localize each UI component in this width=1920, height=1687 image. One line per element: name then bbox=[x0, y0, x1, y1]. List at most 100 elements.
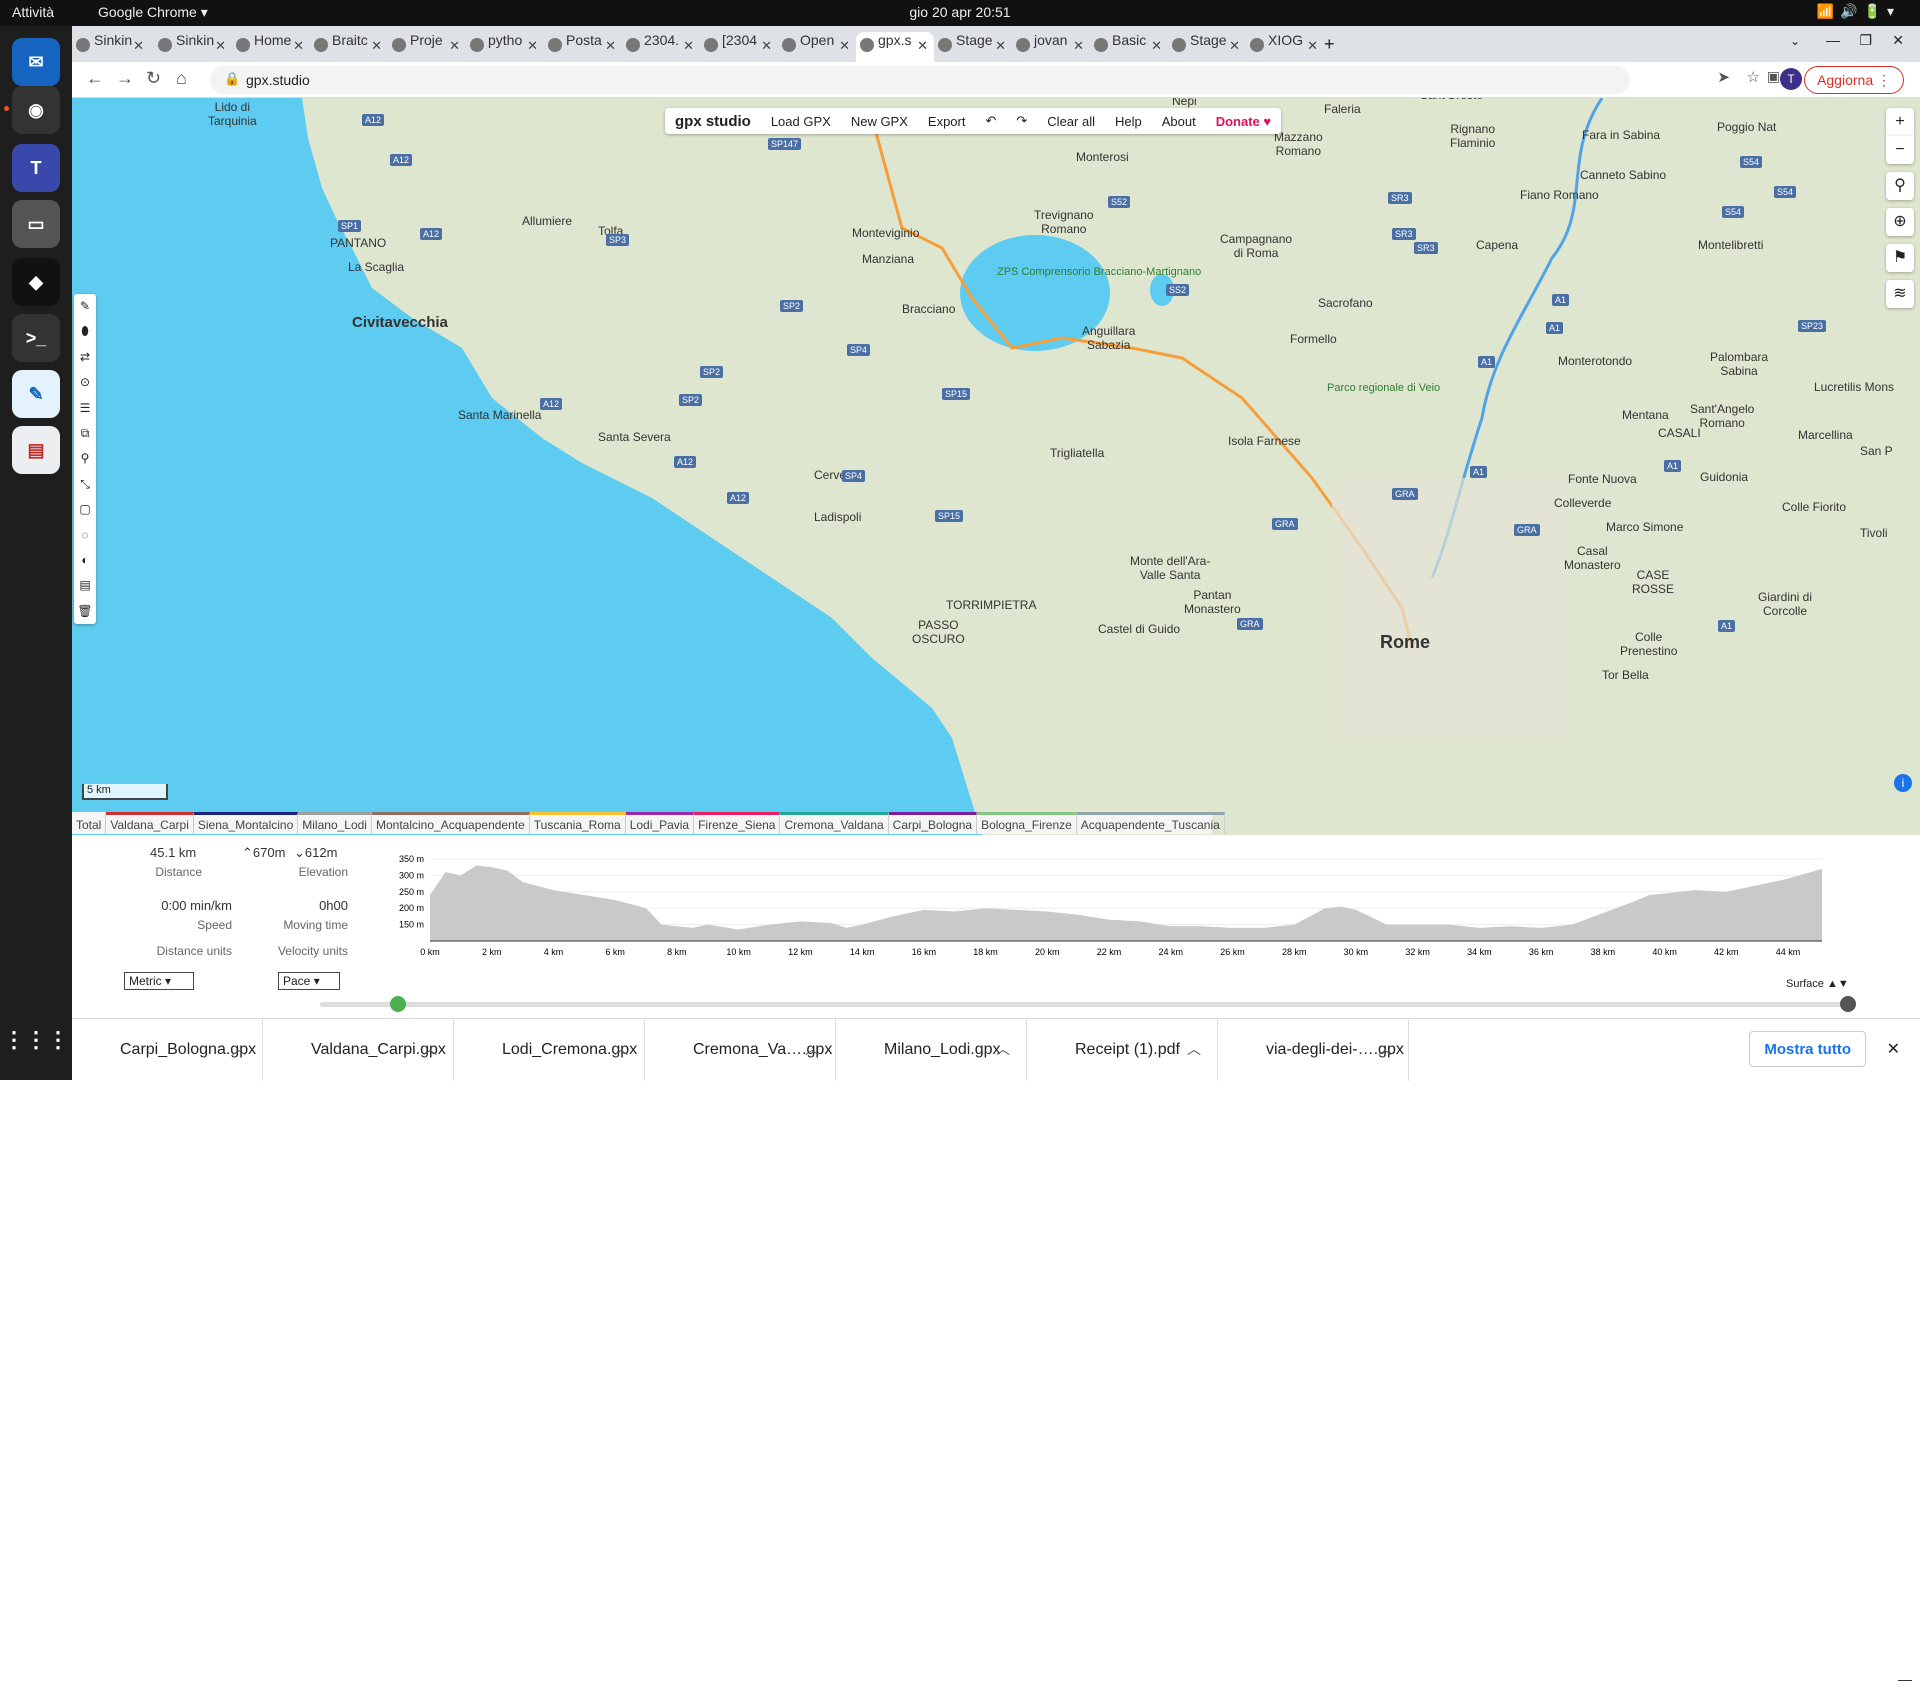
download-menu-icon[interactable]: ︿ bbox=[232, 1039, 246, 1059]
gpx-studio-logo[interactable]: gpx studio bbox=[665, 113, 761, 130]
tool-icon[interactable]: ⤡ bbox=[74, 472, 96, 497]
surface-toggle[interactable]: Surface ▲▼ bbox=[1786, 978, 1849, 990]
distance-units-select[interactable]: Metric ▾ bbox=[124, 972, 194, 990]
track-tab[interactable]: Tuscania_Roma bbox=[529, 812, 626, 834]
tab-close-icon[interactable]: ✕ bbox=[449, 38, 460, 54]
velocity-units-select[interactable]: Pace ▾ bbox=[278, 972, 340, 990]
range-slider-track[interactable] bbox=[320, 1002, 1850, 1007]
browser-tab[interactable]: Braitc ✕ bbox=[310, 32, 388, 62]
tab-close-icon[interactable]: ✕ bbox=[761, 38, 772, 54]
browser-tab[interactable]: Posta ✕ bbox=[544, 32, 622, 62]
tab-close-icon[interactable]: ✕ bbox=[1229, 38, 1240, 54]
help-button[interactable]: Help bbox=[1105, 114, 1152, 129]
elevation-chart[interactable]: 350 m 300 m 250 m 200 m 150 m 0 km 2 km 4 km 6 k… bbox=[372, 845, 1872, 975]
tab-close-icon[interactable]: ✕ bbox=[1307, 38, 1318, 54]
download-menu-icon[interactable]: ︿ bbox=[805, 1039, 819, 1059]
tool-icon[interactable]: ▤ bbox=[74, 573, 96, 598]
browser-tab[interactable]: 2304. ✕ bbox=[622, 32, 700, 62]
tab-close-icon[interactable]: ✕ bbox=[839, 38, 850, 54]
redo-icon[interactable]: ↷ bbox=[1006, 113, 1037, 129]
files-icon[interactable]: ▭ bbox=[12, 200, 60, 248]
tool-icon[interactable]: ⧉ bbox=[74, 421, 96, 446]
update-button[interactable]: Aggiorna ⋮ bbox=[1804, 66, 1904, 94]
document-viewer-icon[interactable]: ▤ bbox=[12, 426, 60, 474]
browser-tab[interactable]: Home ✕ bbox=[232, 32, 310, 62]
browser-tab[interactable]: Open ✕ bbox=[778, 32, 856, 62]
browser-tab[interactable]: pytho ✕ bbox=[466, 32, 544, 62]
close-icon[interactable]: ✕ bbox=[1887, 1039, 1900, 1059]
minimize-icon[interactable]: — bbox=[1826, 32, 1840, 48]
chrome-icon[interactable]: ◉ bbox=[12, 86, 60, 134]
zoom-in-icon[interactable]: + bbox=[1886, 108, 1914, 136]
clock[interactable]: gio 20 apr 20:51 bbox=[909, 4, 1010, 20]
about-button[interactable]: About bbox=[1152, 114, 1206, 129]
tool-icon[interactable]: ✎ bbox=[74, 294, 96, 319]
browser-tab[interactable]: gpx.s ✕ bbox=[856, 32, 934, 62]
tab-close-icon[interactable]: ✕ bbox=[293, 38, 304, 54]
tab-close-icon[interactable]: ✕ bbox=[527, 38, 538, 54]
send-icon[interactable]: ➤ bbox=[1717, 68, 1730, 86]
track-tab[interactable]: Valdana_Carpi bbox=[106, 812, 194, 834]
new-gpx-button[interactable]: New GPX bbox=[841, 114, 918, 129]
tool-icon[interactable]: ▢ bbox=[74, 497, 96, 522]
inkscape-icon[interactable]: ◆ bbox=[12, 258, 60, 306]
map-view[interactable]: Lido di TarquiniaVejanoNepiFaleriaSant'O… bbox=[72, 98, 1920, 835]
clear-all-button[interactable]: Clear all bbox=[1037, 114, 1105, 129]
download-item[interactable]: Lodi_Cremona.gpx ︿ bbox=[454, 1019, 645, 1081]
track-tab[interactable]: Total bbox=[72, 812, 107, 834]
activities-button[interactable]: Attività bbox=[12, 4, 54, 20]
lock-icon[interactable]: 🔒 bbox=[224, 71, 240, 87]
tool-icon[interactable]: ⊙ bbox=[74, 370, 96, 395]
tab-close-icon[interactable]: ✕ bbox=[1151, 38, 1162, 54]
donate-button[interactable]: Donate ♥ bbox=[1206, 114, 1281, 129]
tool-icon[interactable]: ◌ bbox=[74, 523, 96, 548]
new-tab-icon[interactable]: + bbox=[1324, 34, 1335, 55]
browser-tab[interactable]: Basic ✕ bbox=[1090, 32, 1168, 62]
reload-button[interactable]: ↻ bbox=[146, 68, 161, 89]
tab-close-icon[interactable]: ✕ bbox=[133, 38, 144, 54]
tab-close-icon[interactable]: ✕ bbox=[605, 38, 616, 54]
browser-tab[interactable]: Sinkin ✕ bbox=[72, 32, 150, 62]
tool-icon[interactable]: ◐ bbox=[74, 548, 96, 573]
window-close-icon[interactable]: ✕ bbox=[1892, 32, 1904, 49]
zoom-out-icon[interactable]: − bbox=[1886, 136, 1914, 164]
routing-icon[interactable]: ⚑ bbox=[1886, 244, 1914, 272]
track-tab[interactable]: Carpi_Bologna bbox=[888, 812, 978, 834]
browser-tab[interactable]: XIOG ✕ bbox=[1246, 32, 1324, 62]
search-icon[interactable]: ⚲ bbox=[1886, 172, 1914, 200]
download-item[interactable]: Valdana_Carpi.gpx ︿ bbox=[263, 1019, 454, 1081]
restore-icon[interactable]: ❐ bbox=[1859, 32, 1872, 49]
tool-icon[interactable]: 🗑 bbox=[74, 599, 96, 624]
info-icon[interactable]: i bbox=[1894, 774, 1912, 792]
range-end-handle[interactable] bbox=[1840, 996, 1856, 1012]
forward-button[interactable]: → bbox=[116, 68, 134, 89]
tab-close-icon[interactable]: ✕ bbox=[995, 38, 1006, 54]
load-gpx-button[interactable]: Load GPX bbox=[761, 114, 841, 129]
layers-icon[interactable]: ≋ bbox=[1886, 280, 1914, 308]
text-editor-icon[interactable]: ✎ bbox=[12, 370, 60, 418]
track-tab[interactable]: Bologna_Firenze bbox=[977, 812, 1077, 834]
download-menu-icon[interactable]: ︿ bbox=[614, 1039, 628, 1059]
home-button[interactable]: ⌂ bbox=[176, 68, 187, 89]
browser-tab[interactable]: Stage ✕ bbox=[934, 32, 1012, 62]
track-tab[interactable]: Lodi_Pavia bbox=[625, 812, 695, 834]
download-item[interactable]: Receipt (1).pdf ︿ bbox=[1027, 1019, 1218, 1081]
tab-search-icon[interactable]: ⌄ bbox=[1790, 34, 1800, 48]
download-menu-icon[interactable]: ︿ bbox=[996, 1039, 1010, 1059]
browser-tab[interactable]: jovan ✕ bbox=[1012, 32, 1090, 62]
browser-tab[interactable]: Stage ✕ bbox=[1168, 32, 1246, 62]
download-menu-icon[interactable]: ︿ bbox=[1187, 1039, 1201, 1059]
system-tray-icons[interactable]: 📶🔊🔋▾ bbox=[1817, 3, 1900, 20]
address-bar[interactable]: 🔒 gpx.studio bbox=[210, 66, 1630, 94]
app-grid-icon[interactable]: ⋮⋮⋮ bbox=[3, 1016, 69, 1064]
browser-tab[interactable]: Sinkin ✕ bbox=[154, 32, 232, 62]
download-item[interactable]: Carpi_Bologna.gpx ︿ bbox=[72, 1019, 263, 1081]
tab-close-icon[interactable]: ✕ bbox=[215, 38, 226, 54]
back-button[interactable]: ← bbox=[86, 68, 104, 89]
profile-avatar[interactable]: T bbox=[1780, 68, 1802, 90]
track-tab[interactable]: Siena_Montalcino bbox=[193, 812, 299, 834]
track-tab[interactable]: Montalcino_Acquapendente bbox=[371, 812, 530, 834]
thunderbird-icon[interactable]: ✉ bbox=[12, 38, 60, 86]
side-panel-icon[interactable]: ▣ bbox=[1767, 68, 1780, 85]
tool-icon[interactable]: ⇄ bbox=[74, 345, 96, 370]
